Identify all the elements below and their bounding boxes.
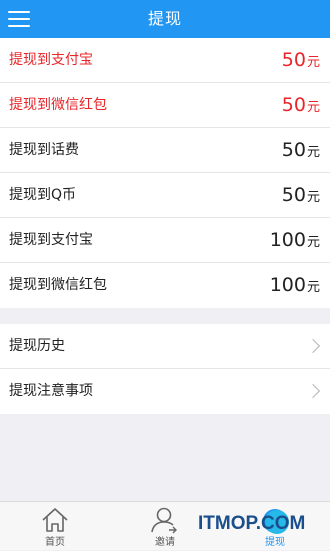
withdraw-history-item[interactable]: 提现历史 [0,324,330,369]
withdraw-option-alipay-100[interactable]: 提现到支付宝 100元 [0,218,330,263]
home-icon [42,508,68,532]
option-amount: 50元 [281,49,320,71]
tab-label: 首页 [45,537,65,548]
option-label: 提现到话费 [9,142,79,158]
option-amount: 50元 [281,139,320,161]
watermark: ITMOP.COM [198,513,306,534]
tab-home[interactable]: 首页 [0,502,110,551]
withdraw-notes-item[interactable]: 提现注意事项 [0,369,330,414]
option-amount: 50元 [281,184,320,206]
chevron-right-icon [305,338,321,354]
app-header: 提现 [0,0,330,38]
notes-label: 提现注意事项 [9,383,93,399]
withdraw-option-qcoin-50[interactable]: 提现到Q币 50元 [0,173,330,218]
tab-label: 提现 [265,537,285,548]
option-amount: 100元 [269,229,320,251]
page-title: 提现 [147,9,182,28]
withdraw-option-wechat-100[interactable]: 提现到微信红包 100元 [0,263,330,308]
user-icon [151,507,177,534]
option-label: 提现到支付宝 [9,232,93,248]
withdraw-options-list: 提现到支付宝 50元 提现到微信红包 50元 提现到话费 50元 提现到Q币 5… [0,38,330,308]
history-label: 提现历史 [9,338,65,354]
withdraw-option-wechat-50[interactable]: 提现到微信红包 50元 [0,83,330,128]
option-label: 提现到支付宝 [9,52,93,68]
withdraw-option-alipay-50[interactable]: 提现到支付宝 50元 [0,38,330,83]
more-options-list: 提现历史 提现注意事项 [0,324,330,414]
option-label: 提现到微信红包 [9,277,107,293]
option-label: 提现到微信红包 [9,97,107,113]
withdraw-option-phone-50[interactable]: 提现到话费 50元 [0,128,330,173]
option-label: 提现到Q币 [9,187,77,203]
tab-label: 邀请 [155,537,175,548]
chevron-right-icon [305,383,321,399]
option-amount: 50元 [281,94,320,116]
option-amount: 100元 [269,274,320,296]
